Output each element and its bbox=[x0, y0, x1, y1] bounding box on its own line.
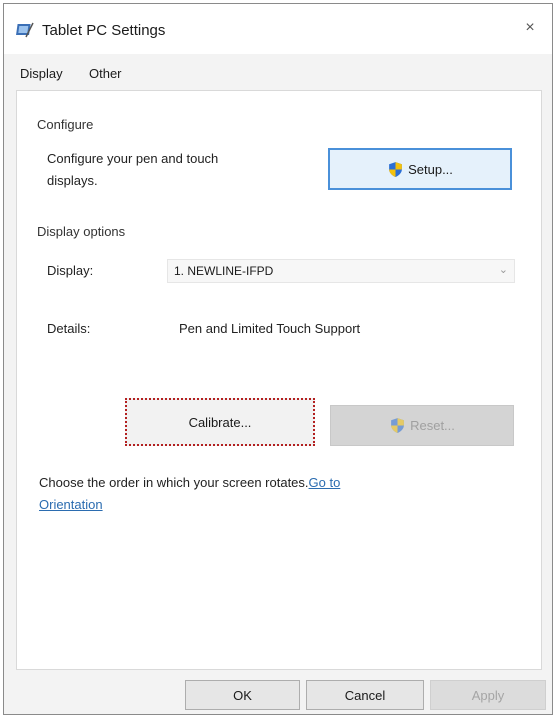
chevron-down-icon: ⌄ bbox=[498, 264, 508, 276]
details-value: Pen and Limited Touch Support bbox=[179, 321, 361, 336]
apply-button-label: Apply bbox=[471, 687, 505, 703]
title-bar: Tablet PC Settings × bbox=[4, 4, 552, 54]
setup-button-label: Setup... bbox=[408, 161, 453, 177]
uac-shield-icon bbox=[391, 418, 404, 433]
uac-shield-icon bbox=[389, 161, 402, 177]
configure-description-line2: displays. bbox=[47, 173, 98, 188]
display-tab-panel: Configure Configure your pen and touch d… bbox=[16, 90, 542, 670]
display-options-heading: Display options bbox=[37, 224, 126, 239]
apply-button[interactable]: Apply bbox=[430, 680, 546, 710]
window-title: Tablet PC Settings bbox=[42, 22, 166, 39]
calibrate-button[interactable]: Calibrate... bbox=[125, 398, 315, 446]
display-select[interactable]: 1. NEWLINE-IFPD ⌄ bbox=[167, 259, 515, 283]
cancel-button[interactable]: Cancel bbox=[306, 680, 424, 710]
ok-button-label: OK bbox=[233, 687, 252, 703]
ok-button[interactable]: OK bbox=[185, 680, 300, 710]
cancel-button-label: Cancel bbox=[344, 687, 386, 703]
tablet-pc-settings-window: Tablet PC Settings × Display Other Confi… bbox=[3, 3, 553, 715]
configure-description-line1: Configure your pen and touch bbox=[47, 151, 219, 166]
calibrate-button-label: Calibrate... bbox=[188, 414, 252, 430]
go-to-orientation-link-continued[interactable]: Orientation bbox=[39, 497, 103, 512]
tab-display[interactable]: Display bbox=[20, 66, 63, 81]
configure-heading: Configure bbox=[37, 117, 94, 132]
tab-strip: Display Other bbox=[4, 60, 552, 92]
orientation-text-block: Choose the order in which your screen ro… bbox=[39, 472, 519, 516]
tab-other[interactable]: Other bbox=[89, 66, 122, 81]
go-to-orientation-link[interactable]: Go to bbox=[309, 475, 341, 490]
close-icon[interactable]: × bbox=[518, 16, 542, 40]
reset-button[interactable]: Reset... bbox=[330, 405, 514, 446]
reset-button-label: Reset... bbox=[410, 418, 455, 433]
tablet-pc-icon bbox=[16, 22, 34, 38]
orientation-description: Choose the order in which your screen ro… bbox=[39, 475, 309, 490]
details-label: Details: bbox=[47, 321, 91, 336]
display-label: Display: bbox=[47, 263, 94, 278]
display-select-value: 1. NEWLINE-IFPD bbox=[174, 264, 274, 278]
setup-button[interactable]: Setup... bbox=[328, 148, 512, 190]
